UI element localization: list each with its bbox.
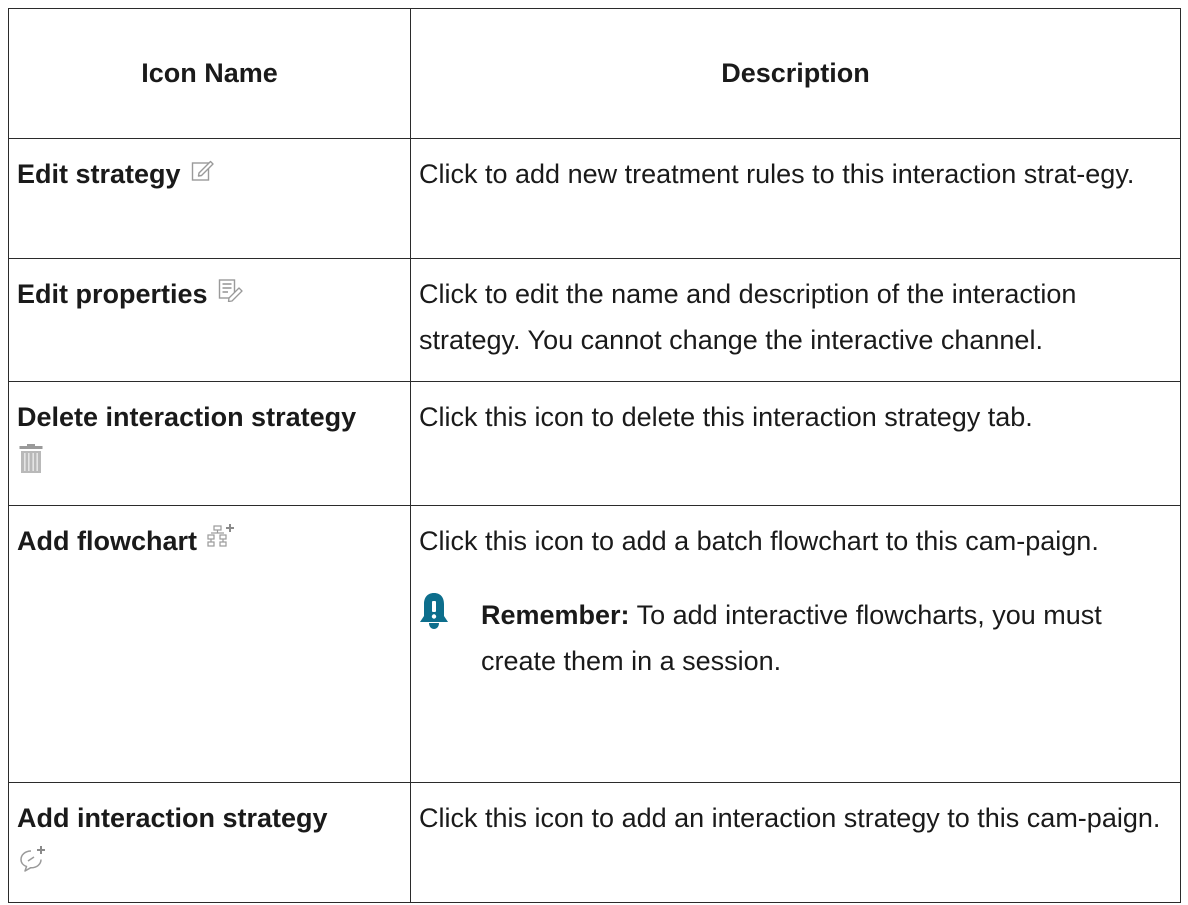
icon-name-label: Edit strategy xyxy=(17,159,181,189)
add-flowchart-icon xyxy=(207,523,235,551)
description-cell: Click this icon to delete this interacti… xyxy=(410,381,1181,506)
icon-name-label: Edit properties xyxy=(17,279,208,309)
icon-name-cell: Delete interaction strategy xyxy=(8,381,411,506)
remember-note: Remember: To add interactive flowcharts,… xyxy=(419,592,1166,684)
table-row: Edit strategy Click to add new treatment… xyxy=(8,138,1181,259)
table-row: Add flowchart Click this icon to add a b… xyxy=(8,505,1181,783)
icon-name-cell: Add interaction strategy xyxy=(8,782,411,903)
note-label: Remember: xyxy=(481,600,630,630)
edit-properties-icon xyxy=(218,278,244,302)
header-description: Description xyxy=(410,8,1181,139)
description-cell: Click to add new treatment rules to this… xyxy=(410,138,1181,259)
description-text: Click this icon to add a batch flowchart… xyxy=(419,526,1099,556)
add-interaction-strategy-icon xyxy=(19,845,396,873)
table-row: Edit properties Click to edit the name a… xyxy=(8,258,1181,382)
icon-name-label: Add interaction strategy xyxy=(17,803,328,833)
icon-name-cell: Edit strategy xyxy=(8,138,411,259)
trash-icon xyxy=(19,444,396,474)
icon-name-label: Add flowchart xyxy=(17,526,197,556)
bell-icon xyxy=(419,592,449,644)
table-row: Add interaction strategy Click this icon… xyxy=(8,782,1181,903)
description-cell: Click this icon to add an interaction st… xyxy=(410,782,1181,903)
header-icon-name: Icon Name xyxy=(8,8,411,139)
description-cell: Click to edit the name and description o… xyxy=(410,258,1181,382)
description-cell: Click this icon to add a batch flowchart… xyxy=(410,505,1181,783)
icon-name-cell: Add flowchart xyxy=(8,505,411,783)
icon-name-label: Delete interaction strategy xyxy=(17,402,357,432)
table-header-row: Icon Name Description xyxy=(8,8,1181,139)
icon-name-cell: Edit properties xyxy=(8,258,411,382)
edit-pencil-icon xyxy=(191,158,215,182)
icon-reference-table: Icon Name Description Edit strategy Clic… xyxy=(8,8,1181,903)
table-row: Delete interaction strategy Click this i… xyxy=(8,381,1181,506)
